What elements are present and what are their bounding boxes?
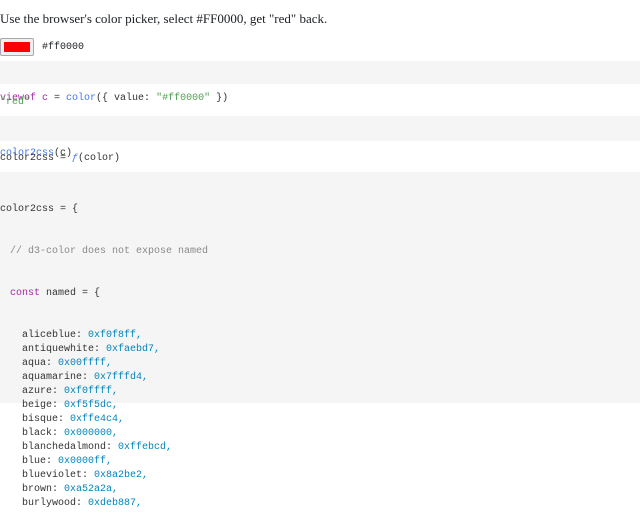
named-color-entry: brown: 0xa52a2a,: [0, 483, 640, 497]
code-token: }): [210, 93, 229, 104]
code-token: color: [66, 93, 97, 104]
code-token: ({ value:: [96, 93, 157, 104]
named-color-entry: beige: 0xf5f5dc,: [0, 399, 640, 413]
color-name: beige:: [22, 400, 65, 411]
color-value: #ff0000: [42, 41, 85, 53]
cell-output-function: color2css = ƒ(color): [0, 152, 120, 166]
color-name: aliceblue:: [22, 330, 89, 341]
color-hex-value: 0xa52a2a,: [64, 484, 119, 495]
color-picker-row: #ff0000: [0, 37, 84, 57]
code-token: =: [48, 93, 67, 104]
color-hex-value: 0x8a2be2,: [94, 470, 149, 481]
color-hex-value: 0xffe4c4,: [70, 414, 125, 425]
named-color-list: aliceblue: 0xf0f8ff, antiquewhite: 0xfaeb…: [0, 329, 640, 511]
named-color-entry: black: 0x000000,: [0, 427, 640, 441]
color-name: blue:: [22, 456, 59, 467]
code-cell-viewof[interactable]: viewof c = color({ value: "#ff0000" }): [0, 61, 640, 104]
code-token: named = {: [40, 288, 101, 299]
named-color-entry: aliceblue: 0xf0f8ff,: [0, 329, 640, 343]
named-color-entry: aquamarine: 0x7fffd4,: [0, 371, 640, 385]
color-name: burlywood:: [22, 498, 89, 509]
color-name: azure:: [22, 386, 65, 397]
code-token: "#ff0000": [156, 93, 211, 104]
color-name: antiquewhite:: [22, 344, 107, 355]
named-color-entry: blueviolet: 0x8a2be2,: [0, 469, 640, 483]
color-name: black:: [22, 428, 65, 439]
code-token: color2css: [0, 153, 55, 164]
color-name: aquamarine:: [22, 372, 95, 383]
color-name: blueviolet:: [22, 470, 95, 481]
code-token: =: [54, 153, 73, 164]
intro-text: Use the browser's color picker, select #…: [0, 11, 328, 26]
color-hex-value: 0xf5f5dc,: [64, 400, 119, 411]
code-line: color2css = {: [0, 204, 79, 215]
code-token: const: [10, 288, 41, 299]
code-token: (color): [78, 153, 121, 164]
named-color-entry: blanchedalmond: 0xffebcd,: [0, 441, 640, 455]
named-color-entry: bisque: 0xffe4c4,: [0, 413, 640, 427]
color-hex-value: 0xdeb887,: [88, 498, 143, 509]
code-cell-color2css-call[interactable]: color2css(c): [0, 116, 640, 159]
color-hex-value: 0x00ffff,: [58, 358, 113, 369]
color-name: brown:: [22, 484, 65, 495]
color-hex-value: 0xf0f8ff,: [88, 330, 143, 341]
color-hex-value: 0xf0ffff,: [64, 386, 119, 397]
color-hex-value: 0xfaebd7,: [106, 344, 161, 355]
code-cell-color2css-definition[interactable]: color2css = { // d3-color does not expos…: [0, 172, 640, 509]
code-comment: // d3-color does not expose named: [10, 246, 209, 257]
color-name: bisque:: [22, 414, 71, 425]
named-color-entry: azure: 0xf0ffff,: [0, 385, 640, 399]
color-swatch: [4, 42, 30, 52]
color-picker-input[interactable]: [0, 38, 34, 56]
color-name: blanchedalmond:: [22, 442, 119, 453]
color-hex-value: 0x7fffd4,: [94, 372, 149, 383]
named-color-entry: burlywood: 0xdeb887,: [0, 497, 640, 511]
color-hex-value: 0xffebcd,: [118, 442, 173, 453]
cell-output-red: "red": [0, 97, 31, 108]
named-color-entry: blue: 0x0000ff,: [0, 455, 640, 469]
color-hex-value: 0x0000ff,: [58, 456, 113, 467]
named-color-entry: antiquewhite: 0xfaebd7,: [0, 343, 640, 357]
named-color-entry: aqua: 0x00ffff,: [0, 357, 640, 371]
color-name: aqua:: [22, 358, 59, 369]
color-hex-value: 0x000000,: [64, 428, 119, 439]
